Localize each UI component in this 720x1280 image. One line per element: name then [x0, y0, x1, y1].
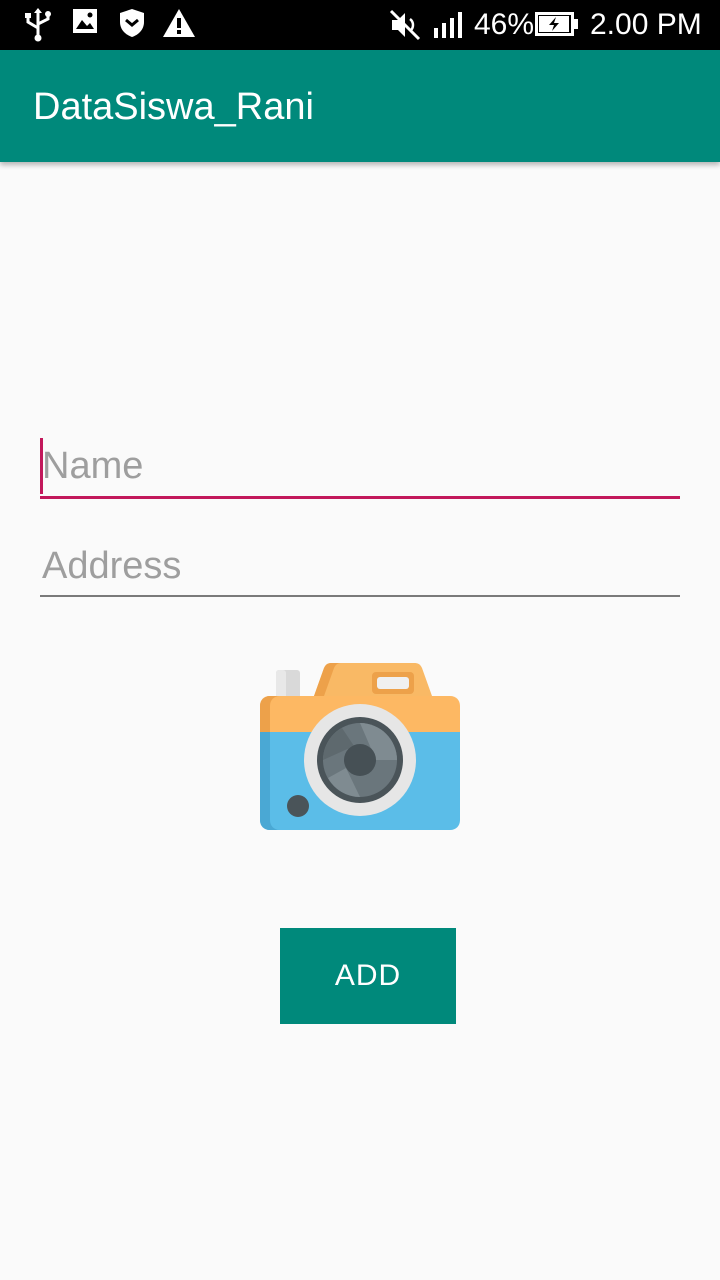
usb-icon — [25, 8, 51, 42]
status-bar: 46% 2.00 PM — [0, 0, 720, 50]
text-cursor — [40, 438, 43, 494]
add-button[interactable]: ADD — [280, 928, 456, 1024]
address-underline — [40, 595, 680, 597]
app-bar: DataSiswa_Rani — [0, 50, 720, 162]
name-underline — [40, 496, 680, 499]
battery-charging-icon — [535, 12, 578, 36]
battery-percent: 46% — [474, 8, 535, 41]
status-time: 2.00 PM — [590, 8, 702, 41]
camera-icon[interactable] — [258, 660, 462, 832]
mute-icon — [389, 9, 421, 41]
warning-icon — [163, 9, 195, 37]
app-title: DataSiswa_Rani — [33, 86, 314, 128]
address-field[interactable] — [40, 538, 680, 597]
signal-icon — [434, 12, 462, 38]
shield-icon — [120, 9, 144, 37]
name-field[interactable] — [40, 438, 680, 499]
image-icon — [73, 9, 97, 33]
address-input[interactable] — [40, 538, 680, 594]
name-input[interactable] — [40, 438, 680, 494]
